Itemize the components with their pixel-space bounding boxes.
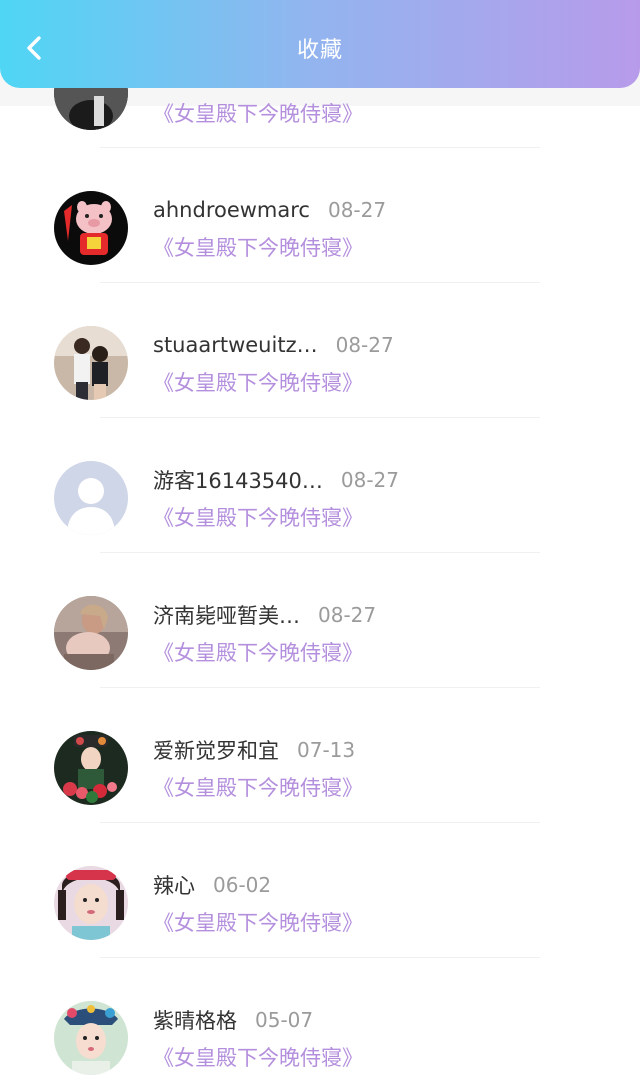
name-line: 辣心 06-02 bbox=[153, 870, 271, 900]
user-name: 紫晴格格 bbox=[153, 1009, 237, 1033]
name-line: ahndroewmarc 08-27 bbox=[153, 195, 386, 225]
user-name: 济南毙哑暂美… bbox=[153, 604, 300, 628]
list-item[interactable]: 爱新觉罗和宜 07-13 《女皇殿下今晚侍寝》 bbox=[0, 687, 640, 822]
name-line: 游客16143540… 08-27 bbox=[153, 465, 399, 495]
avatar bbox=[54, 191, 128, 265]
user-name: 爱新觉罗和宜 bbox=[153, 739, 279, 763]
collect-date: 08-27 bbox=[340, 468, 400, 492]
book-title-link[interactable]: 《女皇殿下今晚侍寝》 bbox=[153, 773, 363, 803]
list-item[interactable]: stuaartweuitz… 08-27 《女皇殿下今晚侍寝》 bbox=[0, 282, 640, 417]
collect-date: 06-02 bbox=[213, 873, 272, 897]
collect-date: 08-27 bbox=[327, 198, 387, 222]
avatar bbox=[54, 1001, 128, 1075]
book-title-link[interactable]: 《女皇殿下今晚侍寝》 bbox=[153, 233, 363, 263]
list-item[interactable]: 辣心 06-02 《女皇殿下今晚侍寝》 bbox=[0, 822, 640, 957]
book-title-link[interactable]: 《女皇殿下今晚侍寝》 bbox=[153, 638, 363, 668]
user-name: 辣心 bbox=[153, 874, 195, 898]
list-item[interactable]: 紫晴格格 05-07 《女皇殿下今晚侍寝》 bbox=[0, 957, 640, 1092]
user-name: 游客16143540… bbox=[153, 469, 323, 493]
name-line: 爱新觉罗和宜 07-13 bbox=[153, 735, 355, 765]
collect-date: 05-07 bbox=[255, 1008, 314, 1032]
book-title-link[interactable]: 《女皇殿下今晚侍寝》 bbox=[153, 908, 363, 938]
book-title-link[interactable]: 《女皇殿下今晚侍寝》 bbox=[153, 368, 363, 398]
collect-date: 07-13 bbox=[297, 738, 356, 762]
avatar bbox=[54, 731, 128, 805]
collect-date: 08-27 bbox=[318, 603, 377, 627]
name-line: stuaartweuitz… 08-27 bbox=[153, 330, 394, 360]
name-line: 紫晴格格 05-07 bbox=[153, 1005, 313, 1035]
user-name: stuaartweuitz… bbox=[153, 333, 318, 357]
book-title-link[interactable]: 《女皇殿下今晚侍寝》 bbox=[153, 99, 363, 129]
favorites-list: 《女皇殿下今晚侍寝》 ahndroewmarc 08-27 《女皇殿下今晚侍寝》 bbox=[0, 0, 640, 1089]
book-title-link[interactable]: 《女皇殿下今晚侍寝》 bbox=[153, 503, 363, 533]
top-nav-bar: 收藏 bbox=[0, 0, 640, 88]
list-item[interactable]: 济南毙哑暂美… 08-27 《女皇殿下今晚侍寝》 bbox=[0, 552, 640, 687]
list-item[interactable]: ahndroewmarc 08-27 《女皇殿下今晚侍寝》 bbox=[0, 147, 640, 282]
name-line: 济南毙哑暂美… 08-27 bbox=[153, 600, 376, 630]
default-user-icon bbox=[54, 461, 128, 535]
avatar bbox=[54, 866, 128, 940]
user-name: ahndroewmarc bbox=[153, 198, 310, 222]
page-title: 收藏 bbox=[296, 38, 343, 63]
avatar bbox=[54, 326, 128, 400]
collect-date: 08-27 bbox=[335, 333, 394, 357]
avatar bbox=[54, 596, 128, 670]
list-item[interactable]: 游客16143540… 08-27 《女皇殿下今晚侍寝》 bbox=[0, 417, 640, 552]
book-title-link[interactable]: 《女皇殿下今晚侍寝》 bbox=[153, 1043, 363, 1073]
